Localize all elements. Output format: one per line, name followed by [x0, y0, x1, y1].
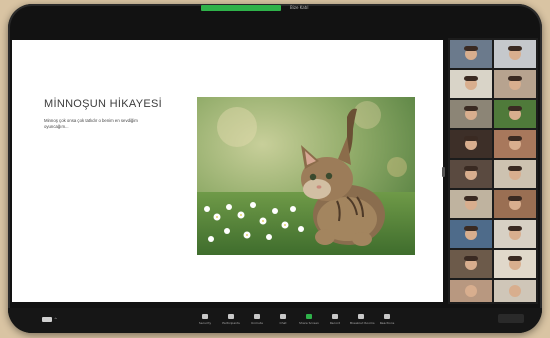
chevron-up-icon[interactable]: ^: [54, 317, 57, 322]
kitten-photo: [197, 97, 415, 255]
security-button[interactable]: Security: [194, 314, 216, 329]
people-icon: [228, 314, 234, 319]
panel-resize-handle[interactable]: [442, 167, 445, 177]
app-window: Bize Katıl MİNNOŞUN HİKAYESİ Minnoş çok …: [8, 4, 542, 333]
share-screen-icon: [306, 314, 312, 319]
reactions-button[interactable]: Reactions: [376, 314, 398, 329]
unmute-button[interactable]: Unmute: [246, 314, 268, 329]
shield-icon: [202, 314, 208, 319]
grid-icon: [358, 314, 364, 319]
participants-button[interactable]: Participants: [220, 314, 242, 329]
screen-share-indicator[interactable]: [201, 5, 281, 11]
meeting-toolbar: ^ Security Participants Unmute Chat Shar…: [8, 308, 542, 333]
microphone-icon: [254, 314, 260, 319]
mute-icon[interactable]: [42, 317, 52, 322]
participant-gallery: [448, 38, 538, 304]
shared-slide: MİNNOŞUN HİKAYESİ Minnoş çok onsa çok ta…: [12, 40, 443, 302]
end-meeting-button[interactable]: [498, 314, 524, 323]
record-button[interactable]: Record: [324, 314, 346, 329]
slide-body-text: Minnoş çok onsa çok tatlıdır o benim en …: [44, 118, 138, 129]
chat-icon: [280, 314, 286, 319]
smile-icon: [384, 314, 390, 319]
record-icon: [332, 314, 338, 319]
chat-button[interactable]: Chat: [272, 314, 294, 329]
breakout-rooms-button[interactable]: Breakout Rooms: [350, 314, 375, 329]
kitten-image: [197, 97, 415, 255]
participant-tiles: [450, 40, 536, 302]
share-screen-button[interactable]: Share Screen: [298, 314, 320, 329]
share-status-label: Bize Katıl: [290, 5, 309, 10]
slide-title: MİNNOŞUN HİKAYESİ: [44, 98, 162, 110]
